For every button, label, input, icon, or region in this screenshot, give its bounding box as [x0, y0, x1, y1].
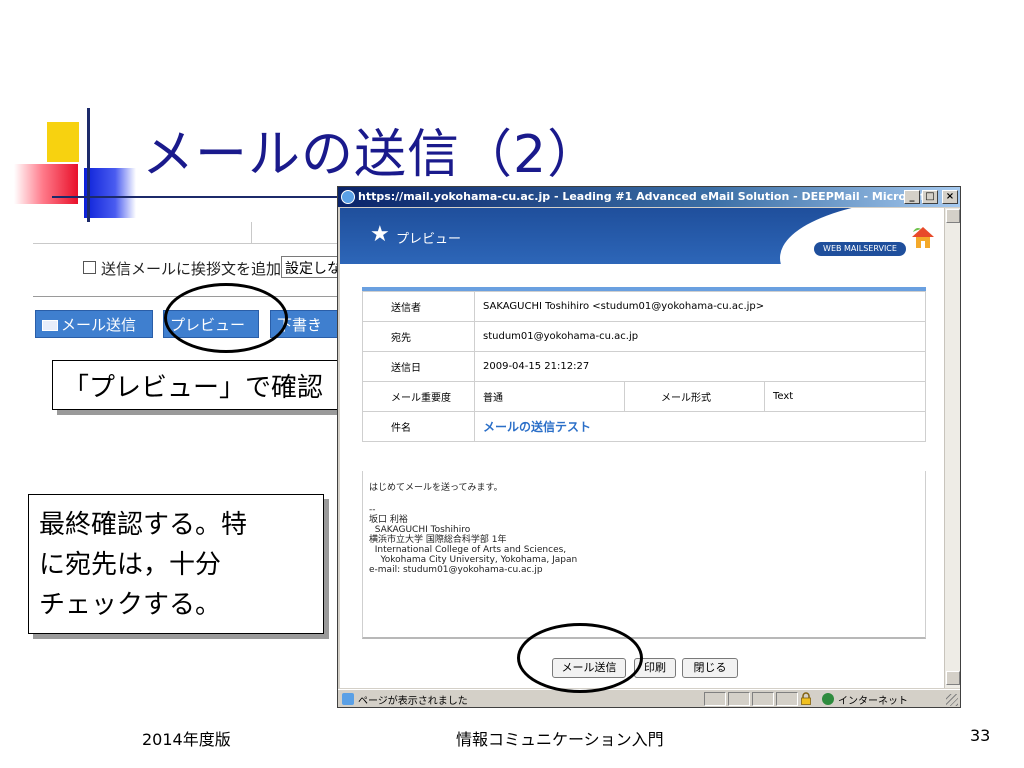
final-check-callout: 最終確認する。特 に宛先は，十分 チェックする。 — [28, 494, 324, 634]
priority-label: メール重要度 — [362, 381, 475, 412]
mail-body: はじめてメールを送ってみます。 -- 坂口 利裕 SAKAGUCHI Toshi… — [362, 471, 926, 639]
compose-top-box — [33, 222, 343, 244]
format-value: Text — [764, 381, 926, 412]
window-titlebar[interactable]: https://mail.yokohama-cu.ac.jp - Leading… — [338, 187, 960, 207]
final-check-line-3: チェックする。 — [39, 590, 222, 620]
greeting-select[interactable]: 設定しない — [281, 256, 343, 278]
decor-blue-square — [84, 168, 136, 218]
close-button[interactable]: 閉じる — [682, 658, 738, 678]
preview-banner: ★ プレビュー WEB MAILSERVICE — [340, 208, 944, 264]
subject-value: メールの送信テスト — [474, 411, 926, 442]
slide-title: メールの送信（2） — [142, 125, 601, 185]
status-text: ページが表示されました — [358, 696, 468, 707]
status-bar: ページが表示されました インターネット — [338, 689, 960, 707]
to-value: studum01@yokohama-cu.ac.jp — [474, 321, 926, 352]
date-label: 送信日 — [362, 351, 475, 382]
highlight-ellipse-preview — [164, 283, 288, 353]
table-row: 送信者 SAKAGUCHI Toshihiro <studum01@yokoha… — [362, 291, 926, 322]
priority-value: 普通 — [474, 381, 625, 412]
footer-year: 2014年度版 — [142, 730, 231, 749]
table-row: 送信日 2009-04-15 21:12:27 — [362, 351, 926, 382]
body-line: はじめてメールを送ってみます。 — [369, 483, 503, 493]
banner-title: プレビュー — [396, 232, 462, 247]
final-check-line-2: に宛先は，十分 — [39, 550, 222, 580]
browser-icon — [341, 190, 355, 204]
highlight-ellipse-send — [517, 623, 643, 693]
to-label: 宛先 — [362, 321, 475, 352]
close-window-button[interactable]: × — [942, 190, 958, 204]
compose-send-button[interactable]: メール送信 — [35, 310, 153, 338]
greeting-checkbox[interactable] — [83, 261, 96, 274]
resize-grip[interactable] — [946, 694, 958, 706]
page-number: 33 — [970, 726, 991, 745]
preview-hint-callout: 「プレビュー」で確認 — [52, 360, 352, 410]
globe-icon — [822, 693, 834, 705]
house-icon — [912, 227, 934, 248]
body-line: 横浜市立大学 国際総合科学部 1年 — [369, 535, 507, 545]
mail-header-table: 送信者 SAKAGUCHI Toshihiro <studum01@yokoha… — [362, 291, 926, 442]
maximize-button[interactable]: □ — [922, 190, 938, 204]
vertical-scrollbar[interactable] — [944, 208, 960, 688]
table-row: メール重要度 普通 メール形式 Text — [362, 381, 926, 412]
table-row: 件名 メールの送信テスト — [362, 411, 926, 442]
scroll-up-arrow[interactable] — [946, 209, 960, 223]
body-line: International College of Arts and Scienc… — [369, 545, 567, 555]
minimize-button[interactable]: _ — [904, 190, 920, 204]
subject-label: 件名 — [362, 411, 475, 442]
preview-window: https://mail.yokohama-cu.ac.jp - Leading… — [337, 186, 961, 708]
window-title: https://mail.yokohama-cu.ac.jp - Leading… — [358, 190, 937, 203]
mail-icon — [42, 320, 58, 331]
body-line: e-mail: studum01@yokohama-cu.ac.jp — [369, 565, 543, 575]
page-icon — [342, 693, 354, 705]
lock-icon — [801, 692, 811, 705]
decor-vertical-line — [87, 108, 90, 230]
format-label: メール形式 — [624, 381, 765, 412]
body-line: SAKAGUCHI Toshihiro — [369, 525, 471, 535]
decor-yellow-square — [47, 122, 79, 162]
zone-text: インターネット — [838, 696, 908, 707]
body-line: 坂口 利裕 — [369, 515, 408, 525]
final-check-line-1: 最終確認する。特 — [39, 510, 248, 540]
preview-content: ★ プレビュー WEB MAILSERVICE 送信者 SAKAGUCHI To… — [340, 208, 944, 688]
decor-red-square — [14, 164, 78, 204]
webmail-badge: WEB MAILSERVICE — [814, 242, 906, 256]
sender-value: SAKAGUCHI Toshihiro <studum01@yokohama-c… — [474, 291, 926, 322]
decor-horizontal-line — [52, 196, 342, 198]
body-line: -- — [369, 505, 376, 515]
footer-course: 情報コミュニケーション入門 — [456, 730, 664, 749]
body-line: Yokohama City University, Yokohama, Japa… — [369, 555, 578, 565]
scroll-down-arrow[interactable] — [946, 671, 960, 685]
greeting-option-label: 送信メールに挨拶文を追加 — [101, 260, 282, 278]
sender-label: 送信者 — [362, 291, 475, 322]
star-icon: ★ — [370, 222, 390, 247]
table-row: 宛先 studum01@yokohama-cu.ac.jp — [362, 321, 926, 352]
date-value: 2009-04-15 21:12:27 — [474, 351, 926, 382]
